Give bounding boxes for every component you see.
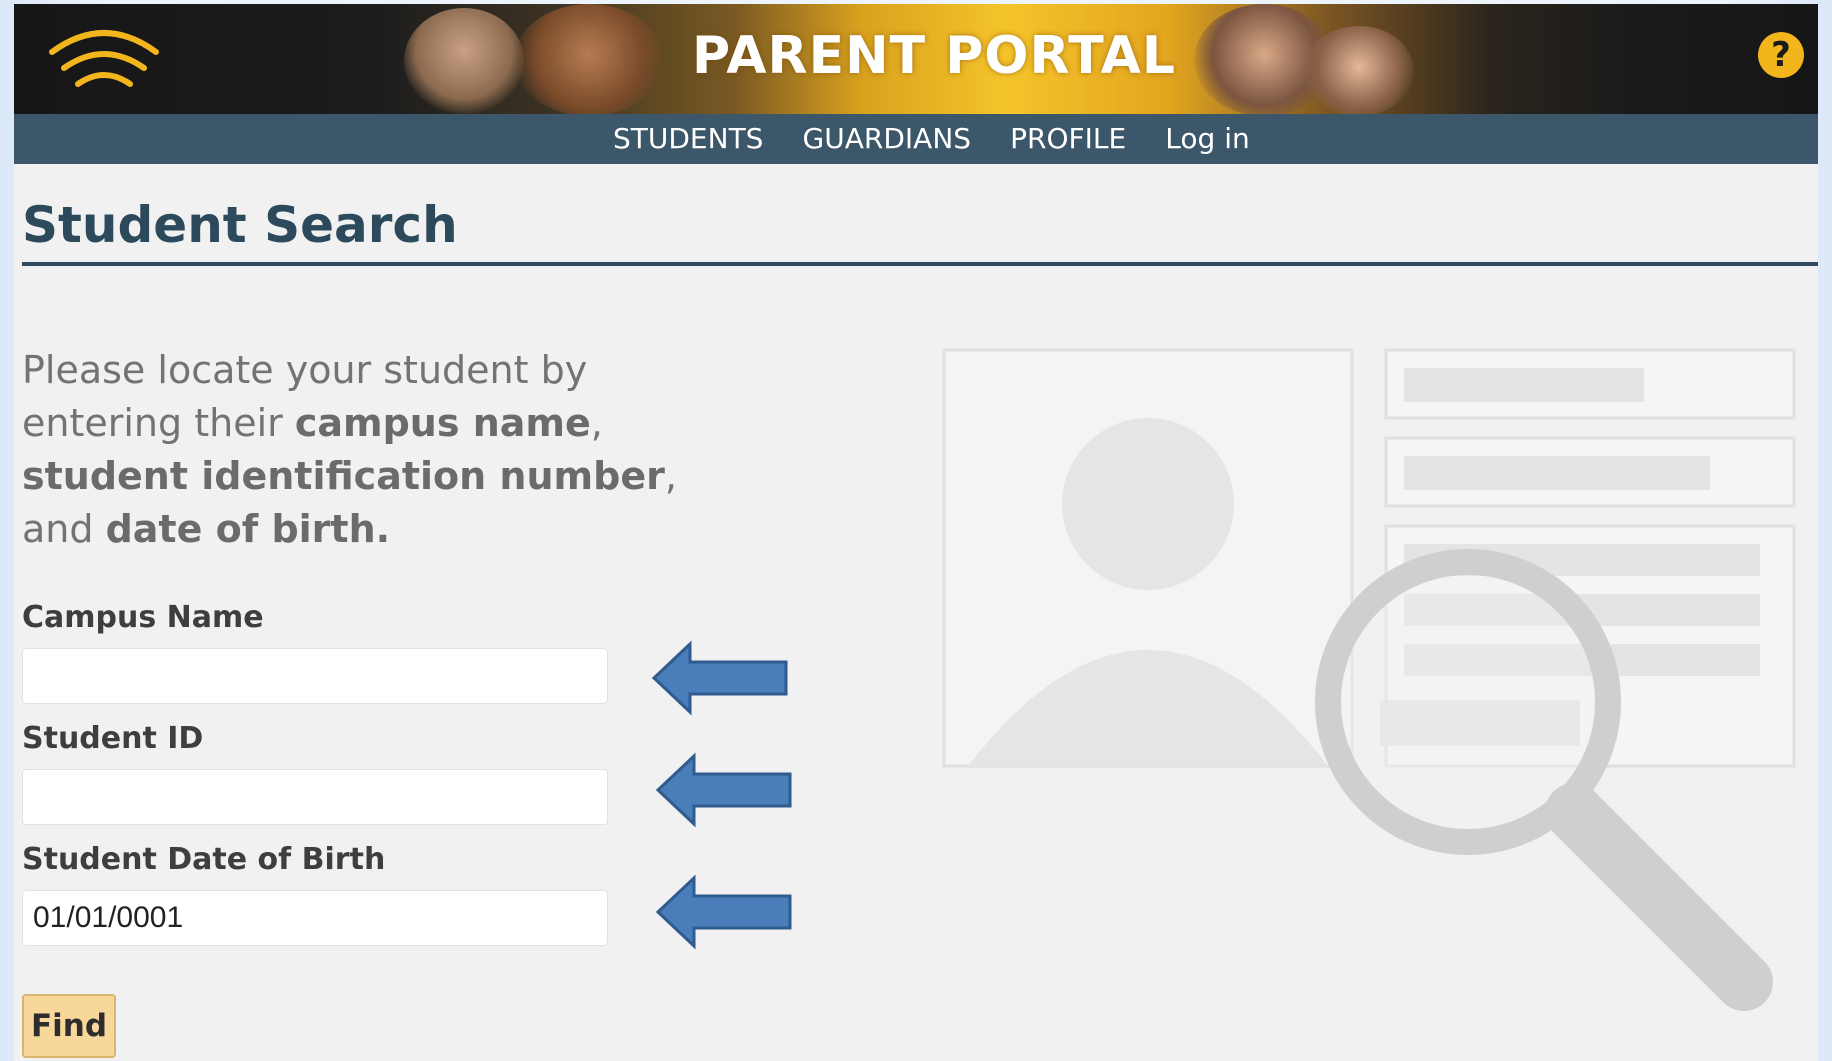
campus-name-input[interactable]	[22, 648, 608, 704]
portal-frame: PARENT PORTAL ? STUDENTS GUARDIANS PROFI…	[14, 4, 1818, 1061]
find-button[interactable]: Find	[22, 994, 116, 1058]
wifi-signal-icon	[49, 30, 159, 87]
nav-item-login[interactable]: Log in	[1165, 114, 1249, 164]
main-nav: STUDENTS GUARDIANS PROFILE Log in	[14, 114, 1818, 164]
intro-text: Please locate your student by entering t…	[22, 344, 702, 556]
banner-photo-child	[404, 8, 524, 114]
banner-photo-girl	[514, 4, 664, 116]
title-divider	[22, 262, 1818, 266]
dob-label: Student Date of Birth	[22, 842, 386, 877]
intro-text-part: ,	[590, 401, 603, 445]
header-banner: PARENT PORTAL ?	[14, 4, 1818, 116]
left-arrow-icon	[655, 752, 792, 828]
intro-bold-campus: campus name	[294, 401, 591, 445]
left-arrow-icon	[655, 874, 792, 950]
page-title: Student Search	[22, 196, 458, 254]
portal-title: PARENT PORTAL	[691, 26, 1177, 86]
student-search-placeholder-icon	[942, 348, 1796, 1011]
dob-input[interactable]	[22, 890, 608, 946]
student-id-input[interactable]	[22, 769, 608, 825]
help-icon[interactable]: ?	[1758, 32, 1804, 78]
nav-item-profile[interactable]: PROFILE	[1010, 114, 1126, 164]
left-arrow-icon	[651, 640, 788, 716]
nav-item-students[interactable]: STUDENTS	[613, 114, 763, 164]
campus-name-label: Campus Name	[22, 600, 264, 635]
student-id-label: Student ID	[22, 721, 204, 756]
intro-bold-student-id: student identification number	[22, 454, 665, 498]
banner-photo-daughter	[1304, 26, 1414, 116]
intro-bold-dob: date of birth.	[105, 507, 391, 551]
nav-item-guardians[interactable]: GUARDIANS	[803, 114, 972, 164]
